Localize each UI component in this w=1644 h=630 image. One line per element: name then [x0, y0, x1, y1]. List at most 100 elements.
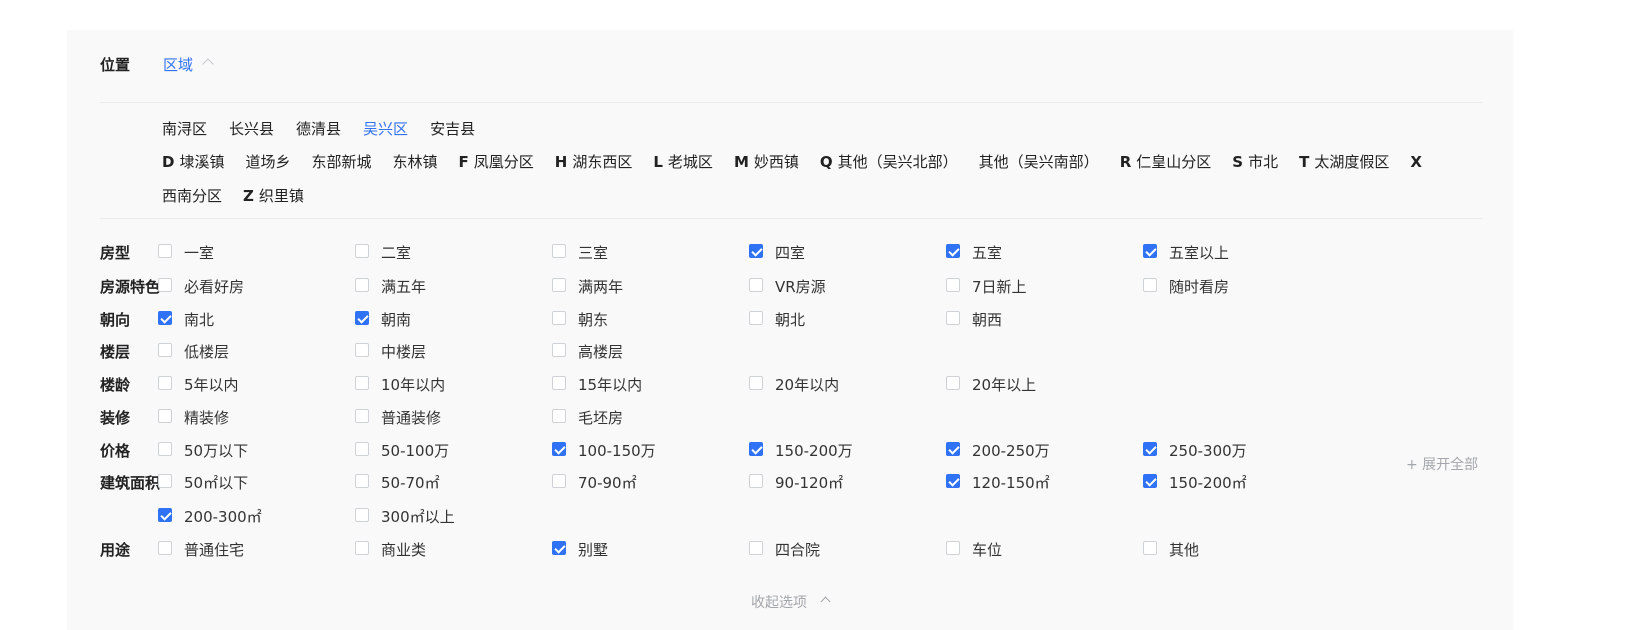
checkbox[interactable]: [158, 541, 172, 555]
town-item[interactable]: 仁皇山分区: [1136, 153, 1211, 171]
filter-option-label: 普通住宅: [184, 541, 245, 559]
filter-option-label: 四合院: [775, 541, 821, 559]
checkbox[interactable]: [355, 244, 369, 258]
district-list: 南浔区 长兴县 德清县 吴兴区 安吉县: [162, 118, 497, 139]
filter-option-label: 车位: [972, 541, 1003, 559]
town-item[interactable]: 埭溪镇: [179, 153, 224, 171]
checkbox-checked[interactable]: [355, 311, 369, 325]
checkbox-checked[interactable]: [1143, 474, 1157, 488]
checkbox[interactable]: [552, 409, 566, 423]
town-item[interactable]: 老城区: [668, 153, 713, 171]
filter-option-label: 150-200㎡: [1169, 474, 1247, 492]
town-item[interactable]: 其他（吴兴南部）: [979, 153, 1099, 171]
checkbox[interactable]: [749, 474, 763, 488]
checkbox[interactable]: [1143, 541, 1157, 555]
filter-option-label: 朝北: [775, 311, 806, 329]
filter-option-label: 100-150万: [578, 442, 656, 460]
filter-label: 建筑面积: [100, 474, 161, 492]
town-item[interactable]: 东部新城: [311, 153, 371, 171]
alpha-index-letter: H: [554, 153, 568, 171]
tab-district[interactable]: 区域: [163, 54, 193, 75]
town-item[interactable]: 凤凰分区: [474, 153, 534, 171]
district-item[interactable]: 南浔区: [162, 120, 207, 138]
district-item[interactable]: 德清县: [296, 120, 341, 138]
checkbox[interactable]: [158, 278, 172, 292]
checkbox-checked[interactable]: [749, 442, 763, 456]
filter-label: 房型: [100, 244, 131, 262]
district-item[interactable]: 长兴县: [229, 120, 274, 138]
checkbox-checked[interactable]: [749, 244, 763, 258]
filter-option-label: 7日新上: [972, 278, 1027, 296]
checkbox-checked[interactable]: [946, 474, 960, 488]
filter-option-label: 中楼层: [381, 343, 427, 361]
checkbox[interactable]: [158, 376, 172, 390]
town-item[interactable]: 西南分区: [162, 187, 222, 205]
checkbox[interactable]: [552, 278, 566, 292]
checkbox-checked[interactable]: [946, 442, 960, 456]
town-item[interactable]: 东林镇: [393, 153, 438, 171]
checkbox[interactable]: [552, 343, 566, 357]
checkbox[interactable]: [749, 278, 763, 292]
checkbox[interactable]: [355, 442, 369, 456]
checkbox[interactable]: [158, 343, 172, 357]
location-label: 位置: [100, 56, 131, 74]
checkbox[interactable]: [158, 409, 172, 423]
checkbox[interactable]: [946, 311, 960, 325]
checkbox[interactable]: [158, 442, 172, 456]
filter-option-label: 朝西: [972, 311, 1003, 329]
checkbox-checked[interactable]: [1143, 442, 1157, 456]
filter-option-label: 三室: [578, 244, 609, 262]
checkbox[interactable]: [1143, 278, 1157, 292]
alpha-index-letter: D: [162, 153, 175, 171]
checkbox[interactable]: [749, 311, 763, 325]
filter-option-label: 满两年: [578, 278, 624, 296]
town-item[interactable]: 妙西镇: [754, 153, 799, 171]
checkbox[interactable]: [552, 376, 566, 390]
alpha-index-letter: F: [458, 153, 469, 171]
checkbox[interactable]: [552, 311, 566, 325]
checkbox[interactable]: [355, 409, 369, 423]
town-item[interactable]: 市北: [1248, 153, 1278, 171]
checkbox[interactable]: [946, 376, 960, 390]
checkbox[interactable]: [552, 244, 566, 258]
checkbox-checked[interactable]: [552, 442, 566, 456]
checkbox[interactable]: [355, 376, 369, 390]
town-item[interactable]: 其他（吴兴北部）: [838, 153, 958, 171]
collapse-options-button[interactable]: 收起选项: [751, 592, 807, 612]
checkbox[interactable]: [749, 541, 763, 555]
filter-option-label: 200-250万: [972, 442, 1050, 460]
checkbox[interactable]: [355, 508, 369, 522]
divider: [100, 102, 1483, 103]
alpha-index-letter: T: [1299, 153, 1310, 171]
checkbox[interactable]: [946, 278, 960, 292]
district-item[interactable]: 安吉县: [430, 120, 475, 138]
filter-option-label: 五室以上: [1169, 244, 1230, 262]
filter-option-label: 朝东: [578, 311, 609, 329]
filter-option-label: 其他: [1169, 541, 1200, 559]
filter-option-label: 普通装修: [381, 409, 442, 427]
checkbox[interactable]: [749, 376, 763, 390]
town-item[interactable]: 织里镇: [259, 187, 304, 205]
checkbox-checked[interactable]: [552, 541, 566, 555]
checkbox[interactable]: [158, 474, 172, 488]
checkbox[interactable]: [355, 343, 369, 357]
checkbox-checked[interactable]: [158, 508, 172, 522]
town-item[interactable]: 太湖度假区: [1314, 153, 1389, 171]
checkbox[interactable]: [946, 541, 960, 555]
filter-option-label: 300㎡以上: [381, 508, 455, 526]
checkbox[interactable]: [355, 541, 369, 555]
checkbox-checked[interactable]: [158, 311, 172, 325]
filter-option-label: 别墅: [578, 541, 609, 559]
expand-all-link[interactable]: + 展开全部: [1406, 454, 1478, 474]
checkbox[interactable]: [158, 244, 172, 258]
checkbox-checked[interactable]: [1143, 244, 1157, 258]
filter-option-label: 15年以内: [578, 376, 643, 394]
checkbox[interactable]: [355, 474, 369, 488]
filter-option-label: 高楼层: [578, 343, 624, 361]
checkbox-checked[interactable]: [946, 244, 960, 258]
checkbox[interactable]: [355, 278, 369, 292]
checkbox[interactable]: [552, 474, 566, 488]
town-item[interactable]: 湖东西区: [572, 153, 632, 171]
district-item[interactable]: 吴兴区: [363, 120, 408, 138]
town-item[interactable]: 道场乡: [245, 153, 290, 171]
